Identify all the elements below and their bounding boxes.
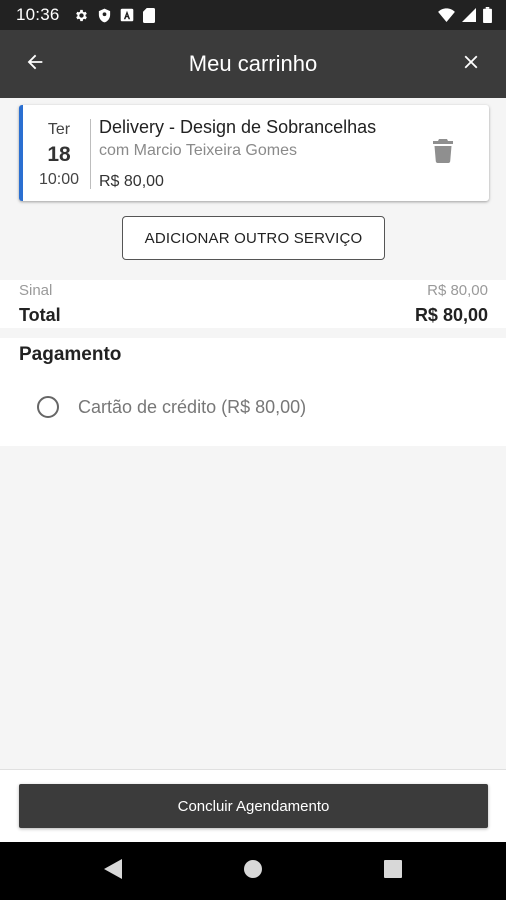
recents-square-icon [384,859,402,883]
sinal-label: Sinal [19,282,53,299]
payment-section: Pagamento Cartão de crédito (R$ 80,00) [0,338,506,446]
nav-recents-button[interactable] [363,842,423,900]
back-triangle-icon [104,858,122,884]
appointment-date: Ter 18 10:00 [29,105,89,201]
sinal-value: R$ 80,00 [427,282,488,299]
status-bar: 10:36 [0,0,506,30]
close-button[interactable] [436,30,506,98]
nav-home-button[interactable] [223,842,283,900]
card-divider [90,119,91,189]
gear-icon [74,8,89,23]
sinal-row: Sinal R$ 80,00 [19,282,488,299]
nav-back-button[interactable] [83,842,143,900]
bottom-action-area: Concluir Agendamento [0,769,506,842]
system-nav-bar [0,842,506,900]
total-row: Total R$ 80,00 [19,305,488,326]
status-right-icons [438,7,492,23]
wifi-icon [438,8,455,22]
conclude-booking-button[interactable]: Concluir Agendamento [19,784,488,828]
radio-button[interactable] [37,396,59,418]
app-bar: Meu carrinho [0,30,506,98]
home-circle-icon [243,859,263,884]
order-summary: Sinal R$ 80,00 Total R$ 80,00 [0,280,506,328]
shield-icon [98,8,111,23]
payment-title: Pagamento [19,344,122,365]
status-time: 10:36 [16,5,60,24]
add-another-service-button[interactable]: ADICIONAR OUTRO SERVIÇO [122,216,385,260]
back-button[interactable] [0,30,70,98]
sd-card-icon [142,7,155,23]
appointment-time: 10:00 [38,171,80,188]
appointment-day-of-week: Ter [47,121,71,138]
appointment-day: 18 [47,143,71,166]
trash-icon [433,138,453,168]
service-price: R$ 80,00 [99,173,164,190]
professional-name: com Marcio Teixeira Gomes [99,142,297,159]
total-label: Total [19,305,61,325]
arrow-left-icon [24,51,46,78]
a-box-icon [120,8,134,22]
signal-icon [462,8,476,22]
payment-option-label: Cartão de crédito (R$ 80,00) [78,396,307,417]
page-title: Meu carrinho [188,51,318,76]
cart-item-card[interactable]: Ter 18 10:00 Delivery - Design de Sobran… [19,105,489,201]
status-left-icons [74,7,155,23]
service-name: Delivery - Design de Sobrancelhas [99,117,377,137]
battery-icon [483,7,492,23]
payment-option-credit-card[interactable]: Cartão de crédito (R$ 80,00) [37,396,306,418]
delete-item-button[interactable] [431,138,455,168]
total-value: R$ 80,00 [414,305,488,325]
close-icon [460,51,482,78]
